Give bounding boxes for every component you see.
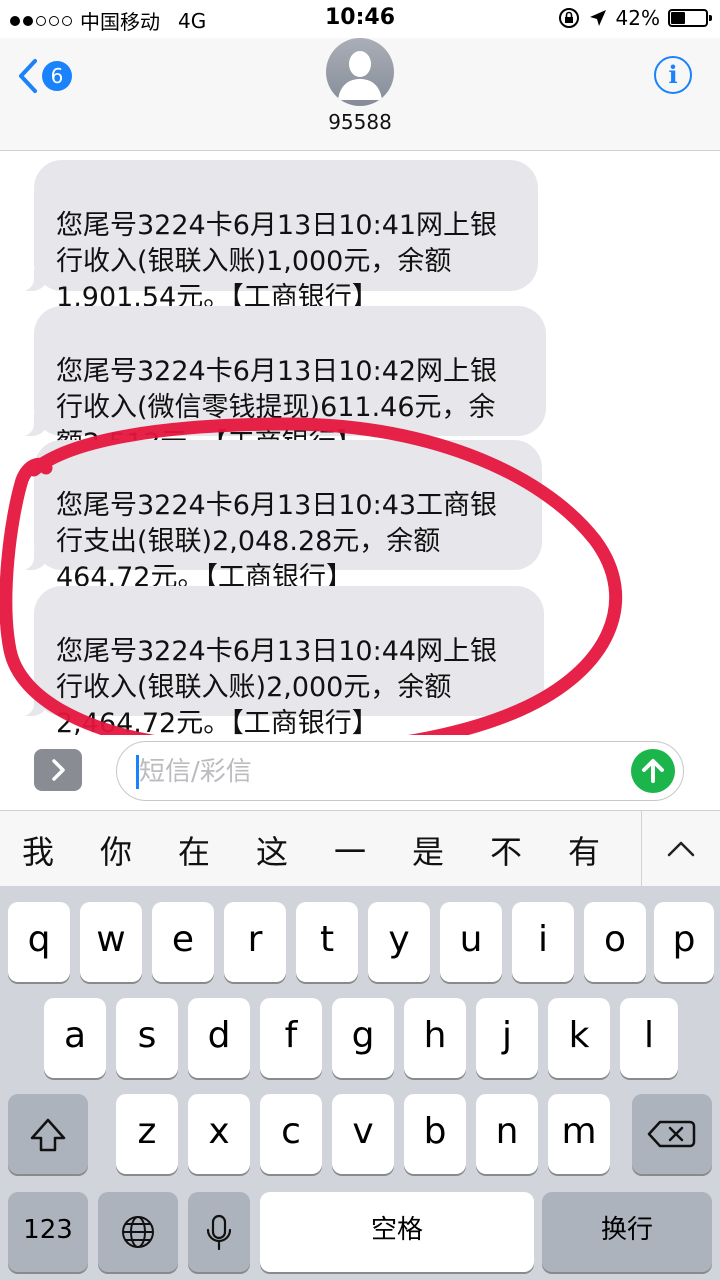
message-text: 您尾号3224卡6月13日10:41网上银 行收入(银联入账)1,000元，余额… — [56, 210, 498, 313]
shift-key[interactable] — [8, 1094, 88, 1174]
candidate-word[interactable]: 不 — [490, 827, 522, 873]
back-button[interactable]: 6 — [18, 58, 72, 94]
message-bubble[interactable]: 您尾号3224卡6月13日10:42网上银 行收入(微信零钱提现)611.46元… — [14, 306, 546, 459]
key-o[interactable]: o — [584, 902, 646, 982]
key-t[interactable]: t — [296, 902, 358, 982]
apps-expand-button[interactable] — [34, 749, 82, 791]
microphone-icon — [206, 1214, 232, 1251]
keyboard: q w e r t y u i o p a s d f g h j k l z … — [0, 886, 720, 1280]
key-d[interactable]: d — [188, 998, 250, 1078]
space-key[interactable]: 空格 — [260, 1192, 534, 1272]
key-e[interactable]: e — [152, 902, 214, 982]
chevron-up-icon — [667, 841, 695, 857]
key-u[interactable]: u — [440, 902, 502, 982]
key-s[interactable]: s — [116, 998, 178, 1078]
contact-name[interactable]: 95588 — [0, 110, 720, 134]
message-input-container[interactable] — [116, 741, 684, 801]
key-p[interactable]: p — [654, 902, 714, 982]
message-bubble[interactable]: 您尾号3224卡6月13日10:41网上银 行收入(银联入账)1,000元，余额… — [14, 160, 538, 313]
person-silhouette-icon — [338, 51, 382, 100]
message-bubble[interactable]: 您尾号3224卡6月13日10:44网上银 行收入(银联入账)2,000元，余额… — [14, 586, 544, 739]
delete-key[interactable] — [632, 1094, 712, 1174]
key-q[interactable]: q — [8, 902, 70, 982]
key-a[interactable]: a — [44, 998, 106, 1078]
key-c[interactable]: c — [260, 1094, 322, 1174]
message-text: 您尾号3224卡6月13日10:43工商银 行支出(银联)2,048.28元，余… — [56, 490, 498, 593]
chevron-left-icon — [19, 59, 37, 93]
candidate-word[interactable]: 在 — [178, 827, 210, 873]
candidate-word[interactable]: 你 — [100, 827, 132, 873]
expand-candidates-button[interactable] — [641, 811, 720, 887]
numbers-key[interactable]: 123 — [8, 1192, 88, 1272]
globe-key[interactable] — [98, 1192, 178, 1272]
key-i[interactable]: i — [512, 902, 574, 982]
key-r[interactable]: r — [224, 902, 286, 982]
microphone-key[interactable] — [188, 1192, 250, 1272]
key-w[interactable]: w — [80, 902, 142, 982]
key-b[interactable]: b — [404, 1094, 466, 1174]
globe-icon — [122, 1216, 154, 1248]
message-input[interactable] — [137, 752, 611, 792]
key-v[interactable]: v — [332, 1094, 394, 1174]
location-arrow-icon — [589, 10, 606, 26]
orientation-lock-icon — [558, 8, 579, 28]
candidate-word[interactable]: 这 — [256, 827, 288, 873]
status-right: 42% — [558, 6, 712, 30]
return-key[interactable]: 换行 — [542, 1192, 712, 1272]
contact-avatar[interactable] — [326, 38, 394, 106]
chevron-right-icon — [52, 759, 65, 781]
candidate-word[interactable]: 一 — [334, 827, 366, 873]
message-text: 您尾号3224卡6月13日10:44网上银 行收入(银联入账)2,000元，余额… — [56, 636, 498, 739]
battery-fill — [671, 12, 686, 24]
send-button[interactable] — [631, 749, 675, 793]
key-l[interactable]: l — [620, 998, 678, 1078]
candidate-word[interactable]: 有 — [568, 827, 600, 873]
key-m[interactable]: m — [548, 1094, 610, 1174]
battery-icon — [668, 9, 712, 27]
shift-arrow-icon — [30, 1118, 66, 1152]
key-k[interactable]: k — [548, 998, 610, 1078]
key-n[interactable]: n — [476, 1094, 538, 1174]
candidate-word[interactable]: 我 — [22, 827, 54, 873]
key-g[interactable]: g — [332, 998, 394, 1078]
conversation-header: 6 95588 i — [0, 38, 720, 151]
key-y[interactable]: y — [368, 902, 430, 982]
battery-percent: 42% — [615, 6, 660, 30]
key-f[interactable]: f — [260, 998, 322, 1078]
key-z[interactable]: z — [116, 1094, 178, 1174]
candidate-bar: 我 你 在 这 一 是 不 有 — [0, 810, 720, 887]
key-h[interactable]: h — [404, 998, 466, 1078]
compose-bar — [0, 735, 720, 810]
status-bar: 中国移动 4G 10:46 42% — [0, 0, 720, 38]
arrow-up-icon — [642, 759, 664, 783]
backspace-icon — [647, 1120, 696, 1148]
message-bubble[interactable]: 您尾号3224卡6月13日10:43工商银 行支出(银联)2,048.28元，余… — [14, 440, 542, 593]
unread-count-badge: 6 — [42, 61, 72, 91]
key-j[interactable]: j — [476, 998, 538, 1078]
candidate-word[interactable]: 是 — [412, 827, 444, 873]
key-x[interactable]: x — [188, 1094, 250, 1174]
info-button[interactable]: i — [654, 56, 692, 94]
